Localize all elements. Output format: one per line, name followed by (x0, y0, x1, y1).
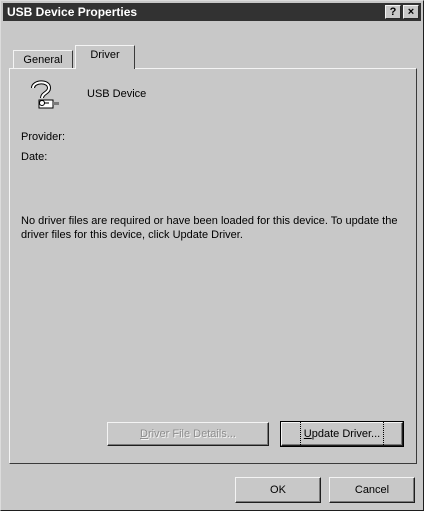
properties-dialog: USB Device Properties ? × General Driver… (0, 0, 424, 511)
tab-driver[interactable]: Driver (75, 45, 135, 69)
driver-tab-panel (9, 68, 417, 464)
device-name: USB Device (87, 88, 147, 100)
unknown-device-icon (31, 80, 59, 109)
provider-label: Provider: (21, 131, 66, 143)
update-driver-button[interactable]: Update Driver... (280, 421, 404, 447)
driver-status-message: No driver files are required or have bee… (21, 215, 398, 241)
title-bar[interactable]: USB Device Properties ? × (3, 3, 421, 21)
ok-button[interactable]: OK (235, 477, 321, 503)
cancel-button[interactable]: Cancel (329, 477, 415, 503)
driver-file-details-button[interactable]: Driver File Details... (107, 422, 269, 446)
window-title: USB Device Properties (7, 5, 138, 19)
close-button[interactable]: × (403, 5, 419, 19)
date-label: Date: (21, 151, 48, 163)
help-button[interactable]: ? (385, 5, 401, 19)
tab-general[interactable]: General (13, 50, 73, 70)
